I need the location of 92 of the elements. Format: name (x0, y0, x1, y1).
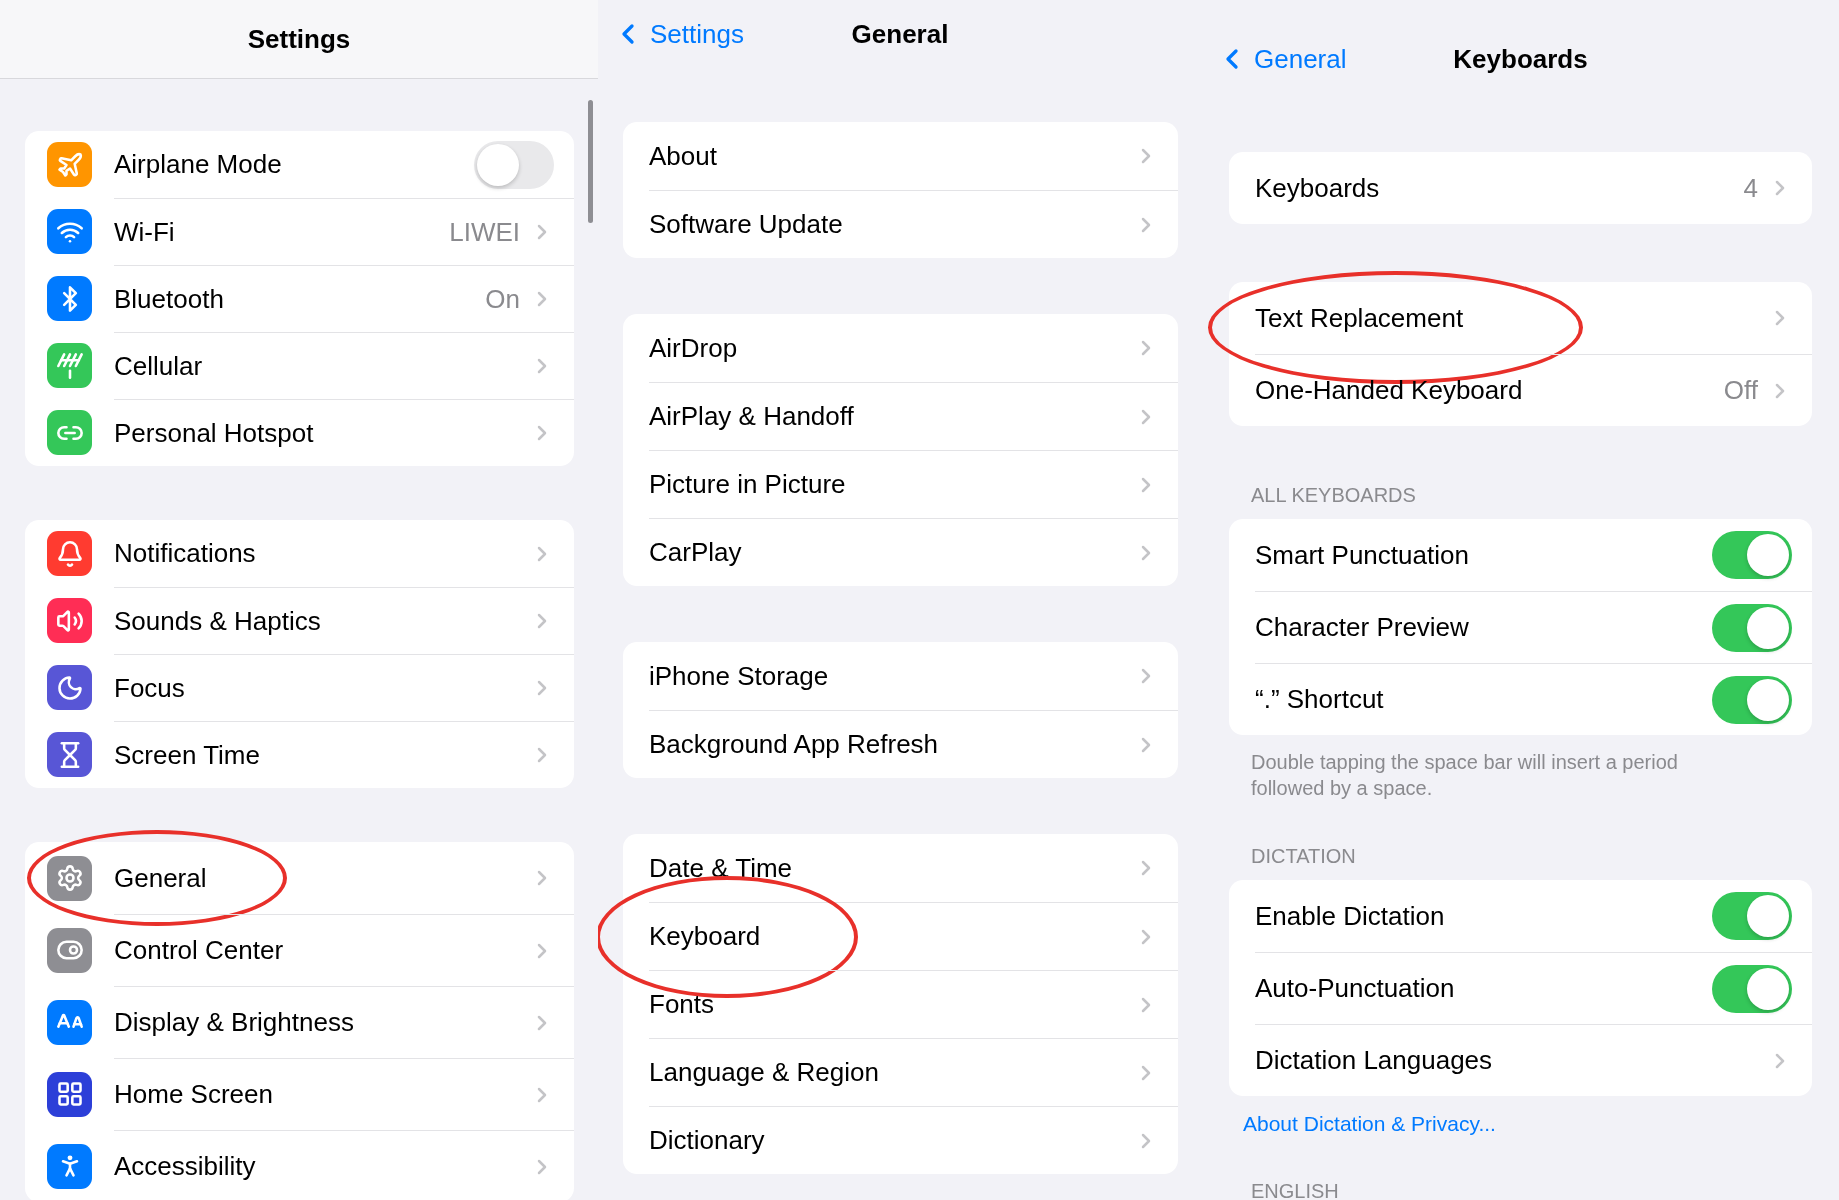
row-label: Notifications (114, 538, 257, 569)
row-label: Fonts (649, 989, 716, 1020)
settings-row[interactable]: Dictionary (623, 1106, 1178, 1174)
panel-title: Keyboards (1453, 43, 1588, 75)
row-label: General (114, 862, 208, 894)
row-value: 4 (1743, 172, 1758, 204)
toggle-switch[interactable] (474, 140, 554, 189)
settings-row[interactable]: Accessibility (25, 1130, 574, 1200)
row-value: On (485, 283, 520, 315)
row-label: Home Screen (114, 1079, 274, 1110)
settings-row[interactable]: Keyboard (623, 902, 1178, 970)
settings-row[interactable]: Software Update (623, 190, 1178, 258)
settings-row[interactable]: Keyboards 4 (1229, 152, 1812, 224)
settings-row[interactable]: CarPlay (623, 518, 1178, 586)
row-label: Dictionary (649, 1125, 766, 1156)
row-label: AirPlay & Handoff (649, 401, 855, 432)
row-value: Off (1723, 375, 1758, 406)
row-label: Keyboard (649, 921, 762, 952)
row-label: iPhone Storage (649, 660, 830, 692)
row-label: Background App Refresh (649, 729, 940, 760)
row-label: Accessibility (114, 1151, 257, 1182)
privacy-link[interactable]: About Dictation & Privacy... (1229, 1096, 1496, 1136)
section-header: ENGLISH (1250, 1180, 1340, 1200)
settings-row[interactable]: Language & Region (623, 1038, 1178, 1106)
row-label: One-Handed Keyboard (1255, 375, 1524, 406)
settings-row[interactable]: Picture in Picture (623, 450, 1178, 518)
row-label: Keyboards (1255, 172, 1381, 204)
settings-row[interactable]: Notifications (25, 520, 574, 587)
row-label: Wi-Fi (114, 216, 176, 248)
row-value: LIWEI (449, 216, 520, 248)
toggle-switch[interactable] (1712, 892, 1792, 940)
settings-row[interactable]: Bluetooth On (25, 265, 574, 332)
row-label: “.” Shortcut (1255, 684, 1385, 715)
row-label: Bluetooth (114, 283, 225, 315)
settings-row[interactable]: Home Screen (25, 1058, 574, 1130)
row-label: Airplane Mode (114, 149, 283, 180)
row-label: Date & Time (649, 852, 794, 884)
settings-row[interactable]: Focus (25, 654, 574, 721)
settings-row[interactable]: One-Handed Keyboard Off (1229, 354, 1812, 426)
section-header: DICTATION (1250, 845, 1357, 869)
row-label: Screen Time (114, 739, 261, 771)
row-label: About (649, 140, 718, 172)
back-button[interactable]: General (1216, 43, 1347, 75)
row-label: Text Replacement (1255, 302, 1465, 334)
settings-row[interactable]: Sounds & Haptics (25, 587, 574, 654)
panel-title: Settings (247, 23, 351, 55)
settings-row[interactable]: Smart Punctuation (1229, 519, 1812, 591)
settings-row[interactable]: Wi-Fi LIWEI (25, 198, 574, 265)
row-label: Cellular (114, 350, 204, 382)
section-header: ALL KEYBOARDS (1250, 484, 1417, 508)
row-label: Display & Brightness (114, 1007, 355, 1038)
settings-row[interactable]: Cellular (25, 332, 574, 399)
row-label: Picture in Picture (649, 469, 847, 500)
settings-row[interactable]: iPhone Storage (623, 642, 1178, 710)
row-label: Enable Dictation (1255, 900, 1446, 932)
row-label: Dictation Languages (1255, 1045, 1494, 1076)
row-label: Personal Hotspot (114, 417, 315, 449)
row-label: Smart Punctuation (1255, 539, 1470, 571)
settings-row[interactable]: General (25, 842, 574, 914)
toggle-switch[interactable] (1712, 603, 1792, 652)
settings-row[interactable]: Airplane Mode (25, 131, 574, 198)
settings-row[interactable]: Control Center (25, 914, 574, 986)
footnote-text: Double tapping the space bar will insert a period followed by a space. (1250, 750, 1679, 801)
settings-row[interactable]: Text Replacement (1229, 282, 1812, 354)
panel-title: General (851, 18, 949, 50)
back-button[interactable]: Settings (612, 18, 744, 50)
settings-row[interactable]: Auto-Punctuation (1229, 952, 1812, 1024)
row-label: Language & Region (649, 1057, 880, 1088)
row-label: AirDrop (649, 332, 739, 364)
settings-row[interactable]: Date & Time (623, 834, 1178, 902)
row-label: Auto-Punctuation (1255, 973, 1456, 1004)
settings-row[interactable]: Fonts (623, 970, 1178, 1038)
settings-row[interactable]: AirPlay & Handoff (623, 382, 1178, 450)
toggle-switch[interactable] (1712, 675, 1792, 724)
settings-row[interactable]: Screen Time (25, 721, 574, 788)
row-label: Sounds & Haptics (114, 605, 322, 637)
settings-row[interactable]: Dictation Languages (1229, 1024, 1812, 1096)
row-label: Character Preview (1255, 612, 1470, 643)
settings-row[interactable]: AirDrop (623, 314, 1178, 382)
settings-row[interactable]: Enable Dictation (1229, 880, 1812, 952)
settings-row[interactable]: Display & Brightness (25, 986, 574, 1058)
row-label: Control Center (114, 935, 285, 966)
settings-row[interactable]: About (623, 122, 1178, 190)
row-label: Software Update (649, 209, 844, 240)
toggle-switch[interactable] (1712, 531, 1792, 579)
settings-row[interactable]: Background App Refresh (623, 710, 1178, 778)
row-label: CarPlay (649, 537, 743, 568)
toggle-switch[interactable] (1712, 964, 1792, 1013)
settings-row[interactable]: “.” Shortcut (1229, 663, 1812, 735)
row-label: Focus (114, 672, 186, 704)
settings-row[interactable]: Character Preview (1229, 591, 1812, 663)
settings-row[interactable]: Personal Hotspot (25, 399, 574, 466)
